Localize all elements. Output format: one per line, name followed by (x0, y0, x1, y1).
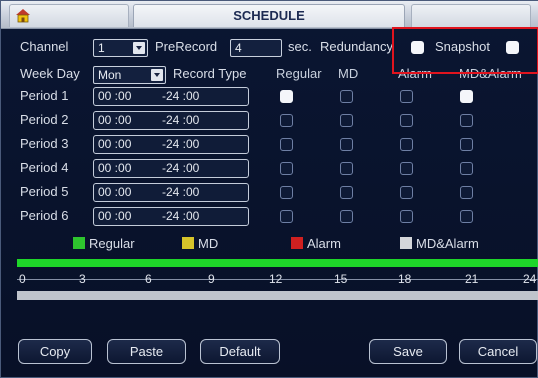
legend-label-mdalarm: MD&Alarm (416, 236, 479, 251)
save-button[interactable]: Save (369, 339, 447, 364)
period-regular-checkbox[interactable] (280, 138, 293, 151)
channel-value: 1 (98, 41, 105, 55)
period-end: -24 :00 (162, 89, 200, 103)
home-icon (16, 9, 30, 23)
period-start: 00 :00 (98, 137, 132, 151)
column-header-md: MD (338, 66, 359, 81)
legend-label-alarm: Alarm (307, 236, 341, 251)
channel-label: Channel (20, 39, 69, 54)
prerecord-input[interactable]: 4 (230, 39, 282, 57)
period-end: -24 :00 (162, 113, 200, 127)
period-md-checkbox[interactable] (340, 162, 353, 175)
period-md-checkbox[interactable] (340, 210, 353, 223)
period-regular-checkbox[interactable] (280, 162, 293, 175)
timeline-mdalarm-bar (17, 291, 538, 300)
period-mdalarm-checkbox[interactable] (460, 162, 473, 175)
period-end: -24 :00 (162, 185, 200, 199)
timeline-regular-bar (17, 259, 538, 267)
weekday-label: Week Day (20, 66, 80, 81)
default-button[interactable]: Default (200, 339, 280, 364)
period-alarm-checkbox[interactable] (400, 138, 413, 151)
legend-swatch-regular (73, 237, 85, 249)
period-alarm-checkbox[interactable] (400, 210, 413, 223)
period-md-checkbox[interactable] (340, 90, 353, 103)
timeline-tick: 12 (269, 272, 283, 286)
legend-label-md: MD (198, 236, 219, 251)
period-start: 00 :00 (98, 209, 132, 223)
weekday-value: Mon (98, 68, 122, 82)
period-start: 00 :00 (98, 161, 132, 175)
period-alarm-checkbox[interactable] (400, 114, 413, 127)
period-time-range[interactable]: 00 :00 -24 :00 (93, 135, 249, 154)
paste-button[interactable]: Paste (107, 339, 186, 364)
period-regular-checkbox[interactable] (280, 186, 293, 199)
column-header-regular: Regular (276, 66, 322, 81)
highlight-box (392, 27, 538, 74)
chevron-down-icon (133, 42, 145, 54)
prerecord-unit: sec. (288, 39, 312, 54)
channel-select[interactable]: 1 (93, 39, 148, 57)
timeline-tick: 3 (79, 272, 86, 286)
period-time-range[interactable]: 00 :00 -24 :00 (93, 159, 249, 178)
period-time-range[interactable]: 00 :00 -24 :00 (93, 207, 249, 226)
period-end: -24 :00 (162, 161, 200, 175)
timeline-tick: 18 (398, 272, 412, 286)
period-end: -24 :00 (162, 137, 200, 151)
copy-button[interactable]: Copy (18, 339, 92, 364)
timeline-tick: 24 (523, 272, 537, 286)
legend-swatch-md (182, 237, 194, 249)
period-mdalarm-checkbox[interactable] (460, 90, 473, 103)
legend-swatch-mdalarm (400, 237, 412, 249)
title-bar: SCHEDULE (1, 1, 538, 29)
redundancy-label: Redundancy (320, 39, 393, 54)
period-mdalarm-checkbox[interactable] (460, 114, 473, 127)
period-alarm-checkbox[interactable] (400, 186, 413, 199)
period-start: 00 :00 (98, 185, 132, 199)
period-label: Period 5 (20, 184, 69, 199)
period-label: Period 4 (20, 160, 69, 175)
period-time-range[interactable]: 00 :00 -24 :00 (93, 183, 249, 202)
period-label: Period 6 (20, 208, 69, 223)
timeline-tick: 15 (334, 272, 348, 286)
period-start: 00 :00 (98, 89, 132, 103)
period-md-checkbox[interactable] (340, 138, 353, 151)
period-regular-checkbox[interactable] (280, 114, 293, 127)
period-label: Period 3 (20, 136, 69, 151)
timeline-tick: 9 (208, 272, 215, 286)
period-time-range[interactable]: 00 :00 -24 :00 (93, 87, 249, 106)
timeline-tick: 21 (465, 272, 479, 286)
window-title: SCHEDULE (133, 4, 405, 27)
timeline-tick: 0 (19, 272, 26, 286)
period-md-checkbox[interactable] (340, 186, 353, 199)
period-time-range[interactable]: 00 :00 -24 :00 (93, 111, 249, 130)
period-mdalarm-checkbox[interactable] (460, 186, 473, 199)
period-regular-checkbox[interactable] (280, 210, 293, 223)
period-label: Period 2 (20, 112, 69, 127)
legend-swatch-alarm (291, 237, 303, 249)
period-end: -24 :00 (162, 209, 200, 223)
period-mdalarm-checkbox[interactable] (460, 138, 473, 151)
period-mdalarm-checkbox[interactable] (460, 210, 473, 223)
weekday-select[interactable]: Mon (93, 66, 166, 84)
record-type-label: Record Type (173, 66, 247, 81)
period-label: Period 1 (20, 88, 69, 103)
period-alarm-checkbox[interactable] (400, 90, 413, 103)
chevron-down-icon (151, 69, 163, 81)
title-tab-right (411, 4, 531, 27)
timeline-tick: 6 (145, 272, 152, 286)
schedule-window: SCHEDULE Channel 1 PreRecord 4 sec. Redu… (0, 0, 538, 378)
prerecord-label: PreRecord (155, 39, 218, 54)
period-alarm-checkbox[interactable] (400, 162, 413, 175)
period-start: 00 :00 (98, 113, 132, 127)
period-regular-checkbox[interactable] (280, 90, 293, 103)
period-md-checkbox[interactable] (340, 114, 353, 127)
cancel-button[interactable]: Cancel (459, 339, 537, 364)
legend-label-regular: Regular (89, 236, 135, 251)
